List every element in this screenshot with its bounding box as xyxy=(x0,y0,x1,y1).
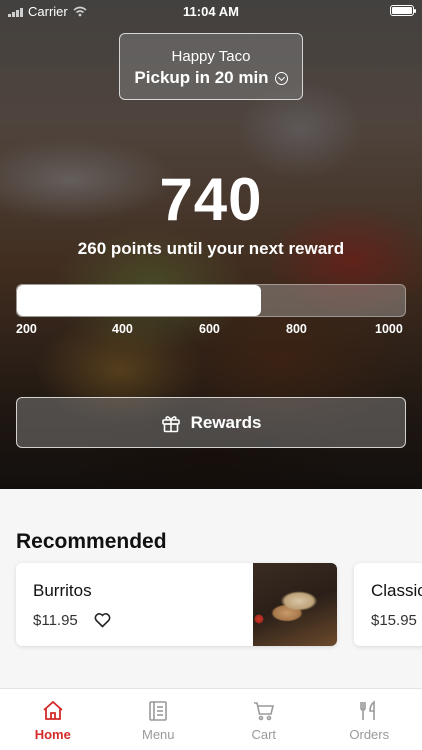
recommended-card[interactable]: Classic $15.95 xyxy=(354,563,422,646)
recommended-card[interactable]: Burritos $11.95 xyxy=(16,563,337,646)
section-title-recommended: Recommended xyxy=(16,530,167,553)
battery-icon xyxy=(390,5,416,16)
tick-label: 200 xyxy=(16,322,37,336)
store-name: Happy Taco xyxy=(171,48,251,65)
tab-label: Home xyxy=(34,727,71,742)
store-selector-button[interactable]: Happy Taco Pickup in 20 min xyxy=(119,33,303,100)
gift-icon xyxy=(161,415,180,432)
tick-label: 800 xyxy=(286,322,307,336)
progress-ticks: 200 400 600 800 1000 xyxy=(16,322,406,338)
tick-label: 400 xyxy=(112,322,133,336)
item-name: Classic xyxy=(371,581,422,600)
status-bar: Carrier 11:04 AM xyxy=(0,0,422,22)
rewards-button[interactable]: Rewards xyxy=(16,397,406,448)
home-screen: Carrier 11:04 AM Happy Taco Pickup in 20… xyxy=(0,0,422,750)
pickup-label: Pickup in 20 min xyxy=(134,68,269,87)
points-message: 260 points until your next reward xyxy=(77,239,345,258)
tab-label: Menu xyxy=(141,727,175,742)
tab-home[interactable]: Home xyxy=(0,689,106,750)
points-total: 740 xyxy=(159,166,263,233)
rewards-progress-bar xyxy=(16,284,406,317)
tab-cart[interactable]: Cart xyxy=(211,689,317,750)
tick-label: 1000 xyxy=(375,322,403,336)
item-photo xyxy=(253,563,337,646)
tab-orders[interactable]: Orders xyxy=(317,689,422,750)
home-icon xyxy=(43,700,63,720)
rewards-button-label: Rewards xyxy=(190,412,262,432)
menu-icon xyxy=(149,701,168,721)
item-name: Burritos xyxy=(33,581,92,600)
cutlery-icon xyxy=(360,700,376,720)
clock: 11:04 AM xyxy=(183,4,239,19)
pickup-time: Pickup in 20 min xyxy=(120,68,302,88)
rewards-progress-fill xyxy=(17,285,262,316)
heart-icon[interactable] xyxy=(94,612,111,628)
tick-label: 600 xyxy=(199,322,220,336)
item-price: $15.95 xyxy=(371,612,417,629)
chevron-down-circle-icon xyxy=(274,71,288,85)
tab-label: Cart xyxy=(251,727,277,742)
cart-icon xyxy=(253,702,274,721)
tab-menu[interactable]: Menu xyxy=(106,689,212,750)
tab-bar: Home Menu Cart Orders xyxy=(0,688,422,750)
item-price: $11.95 xyxy=(33,612,78,629)
tab-label: Orders xyxy=(349,727,390,742)
